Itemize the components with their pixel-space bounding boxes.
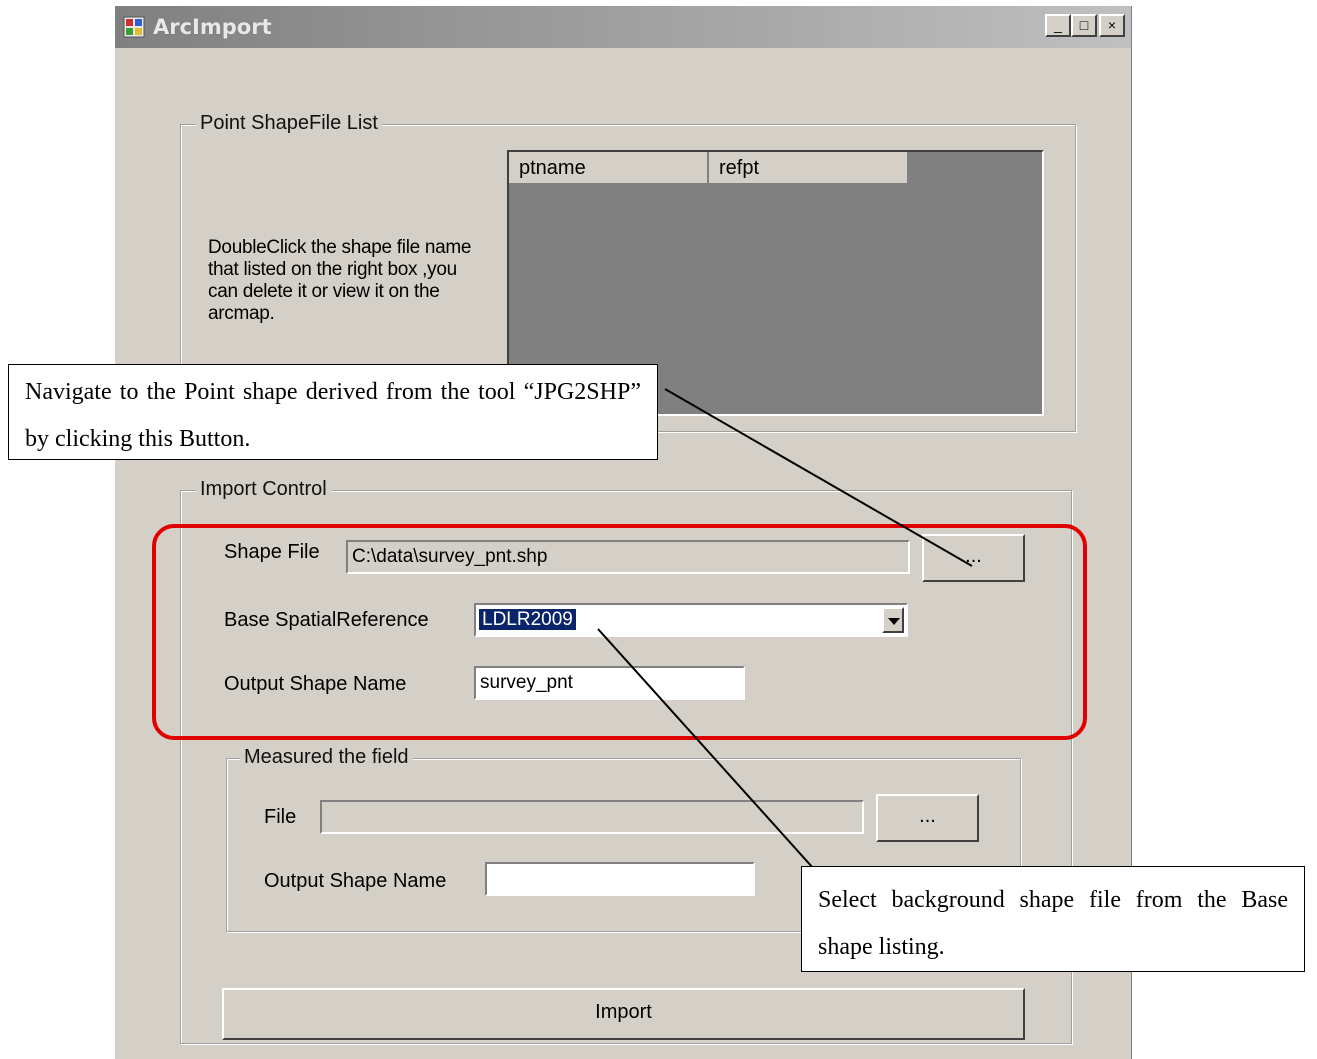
leader-line-navigate xyxy=(664,388,973,567)
callout-navigate: Navigate to the Point shape derived from… xyxy=(8,364,658,460)
callout-select: Select background shape file from the Ba… xyxy=(801,866,1305,972)
